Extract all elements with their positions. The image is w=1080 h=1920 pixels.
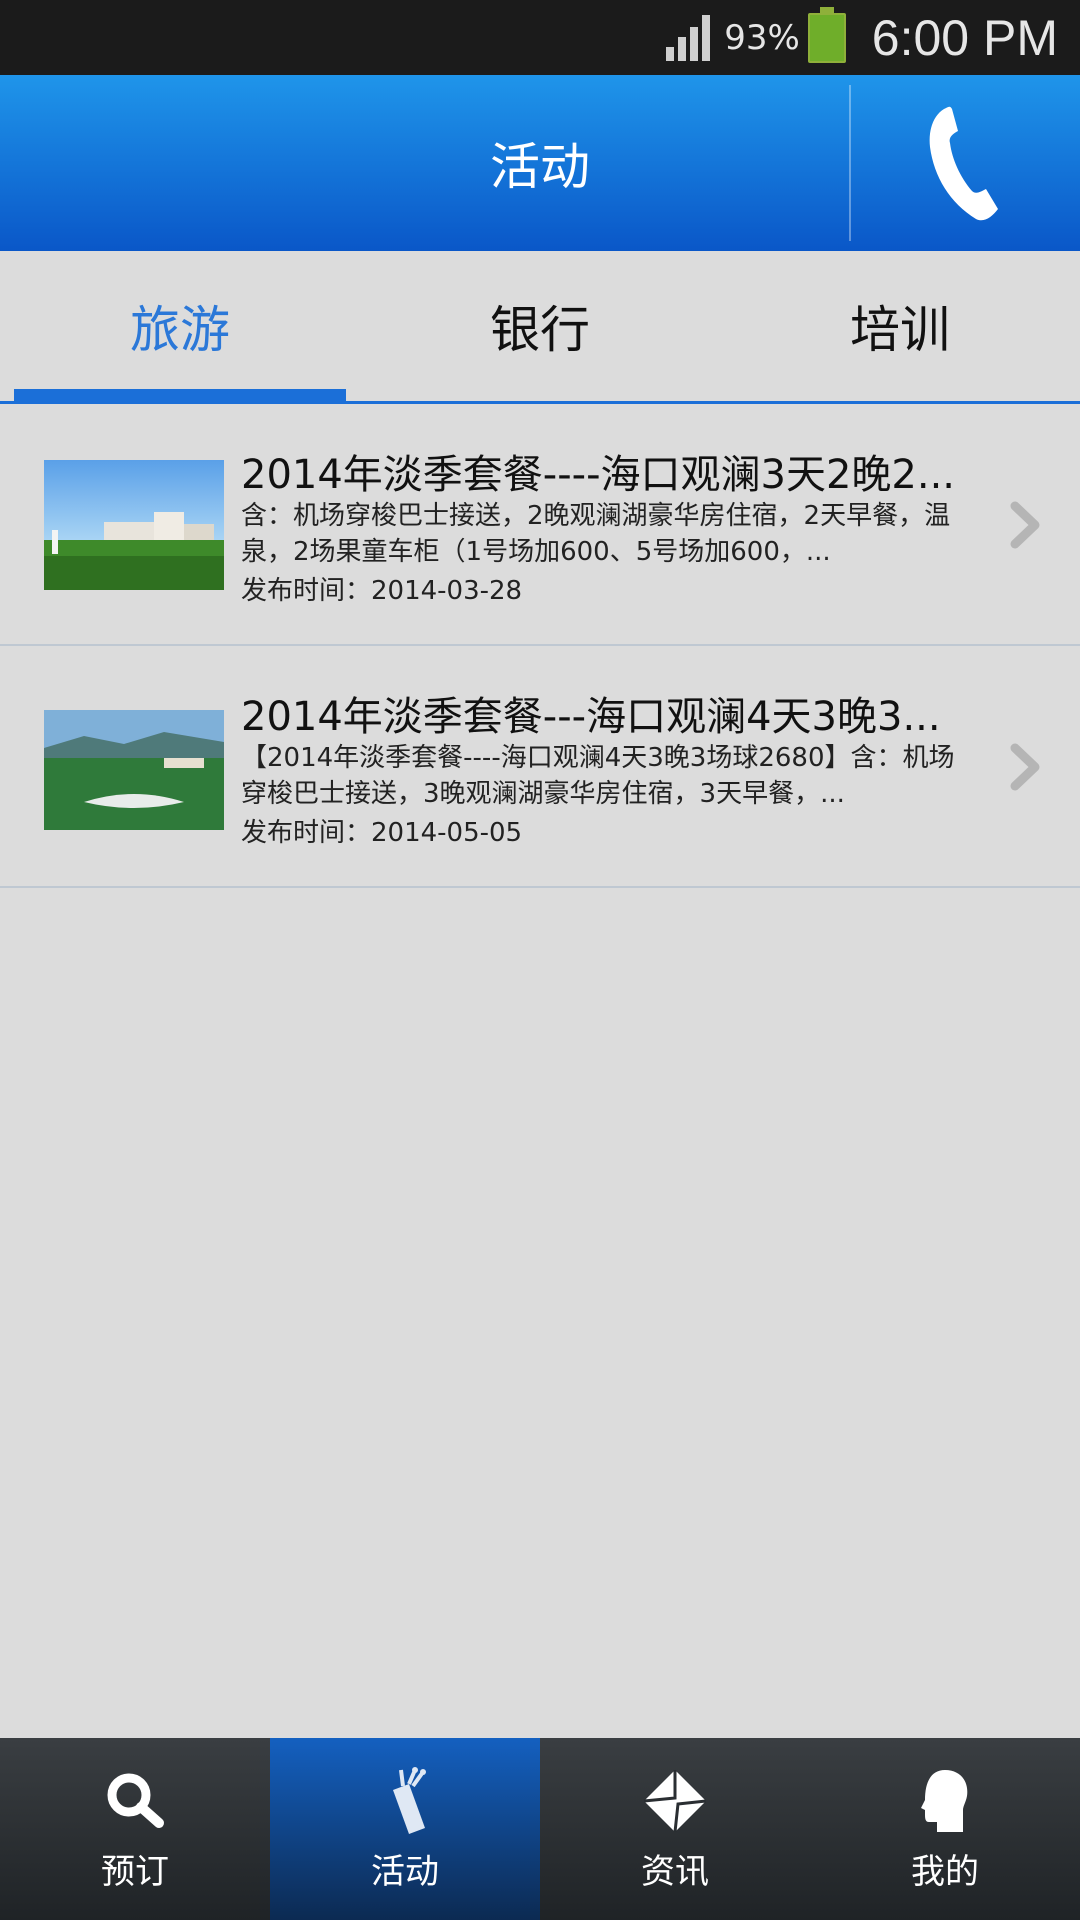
signal-icon bbox=[666, 14, 714, 61]
list-item[interactable]: 2014年淡季套餐----海口观澜3天2晚2... 含：机场穿梭巴士接送，2晚观… bbox=[0, 404, 1080, 646]
nav-label: 预订 bbox=[101, 1851, 169, 1892]
battery-percentage: 93% bbox=[724, 17, 800, 58]
list-item[interactable]: 2014年淡季套餐---海口观澜4天3晚3... 【2014年淡季套餐----海… bbox=[0, 646, 1080, 888]
status-clock: 6:00 PM bbox=[871, 9, 1058, 66]
item-title: 2014年淡季套餐----海口观澜3天2晚2... bbox=[241, 452, 956, 498]
item-date: 发布时间：2014-03-28 bbox=[241, 576, 523, 606]
active-tab-indicator bbox=[14, 389, 346, 401]
header-divider bbox=[849, 85, 851, 241]
search-icon bbox=[100, 1766, 170, 1836]
tab-bank[interactable]: 银行 bbox=[360, 251, 720, 401]
call-button[interactable] bbox=[852, 75, 1080, 251]
profile-head-icon bbox=[910, 1766, 980, 1836]
envelope-icon bbox=[640, 1766, 710, 1836]
chevron-right-icon bbox=[1010, 743, 1040, 791]
item-date: 发布时间：2014-05-05 bbox=[241, 818, 523, 848]
thumbnail-image bbox=[44, 710, 224, 830]
nav-booking[interactable]: 预订 bbox=[0, 1738, 270, 1920]
app-header: 活动 bbox=[0, 75, 1080, 251]
phone-icon bbox=[929, 106, 998, 221]
category-tabs: 旅游 银行 培训 bbox=[0, 251, 1080, 404]
item-title: 2014年淡季套餐---海口观澜4天3晚3... bbox=[241, 694, 941, 740]
activity-list: 2014年淡季套餐----海口观澜3天2晚2... 含：机场穿梭巴士接送，2晚观… bbox=[0, 404, 1080, 888]
nav-activities[interactable]: 活动 bbox=[270, 1738, 540, 1920]
nav-label: 资讯 bbox=[641, 1851, 709, 1892]
status-bar: 93% 6:00 PM bbox=[0, 0, 1080, 75]
tab-travel[interactable]: 旅游 bbox=[0, 251, 360, 401]
item-description: 含：机场穿梭巴士接送，2晚观澜湖豪华房住宿，2天早餐，温泉，2场果童车柜（1号场… bbox=[241, 501, 951, 567]
nav-profile[interactable]: 我的 bbox=[810, 1738, 1080, 1920]
nav-news[interactable]: 资讯 bbox=[540, 1738, 810, 1920]
tab-training[interactable]: 培训 bbox=[720, 251, 1080, 401]
thumbnail-image bbox=[44, 460, 224, 590]
chevron-right-icon bbox=[1010, 501, 1040, 549]
nav-label: 活动 bbox=[371, 1851, 439, 1892]
nav-label: 我的 bbox=[911, 1851, 979, 1892]
item-description: 【2014年淡季套餐----海口观澜4天3晚3场球2680】含：机场穿梭巴士接送… bbox=[241, 743, 955, 809]
bottom-nav: 预订 活动 资讯 我的 bbox=[0, 1738, 1080, 1920]
golf-bag-icon bbox=[370, 1766, 440, 1836]
battery-icon bbox=[807, 6, 846, 63]
